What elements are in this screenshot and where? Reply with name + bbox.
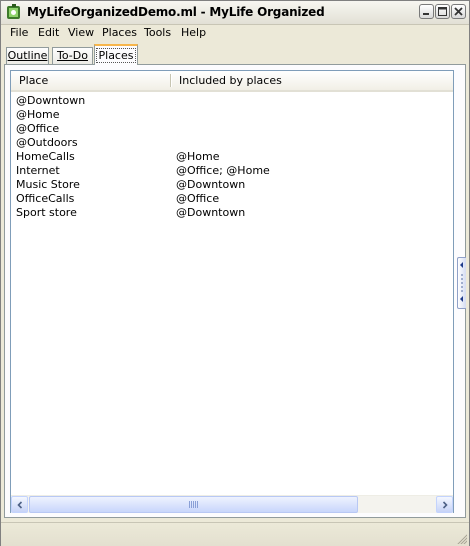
tab-todo[interactable]: To-Do — [52, 47, 93, 64]
resize-grip-icon[interactable] — [455, 532, 467, 544]
list-row[interactable]: @Home — [11, 108, 453, 122]
places-list[interactable]: Place Included by places @Downtown @Home… — [10, 70, 454, 513]
side-panel-splitter[interactable] — [457, 257, 466, 309]
minimize-icon — [423, 13, 429, 15]
list-row[interactable]: Music Store @Downtown — [11, 178, 453, 192]
list-header: Place Included by places — [11, 71, 453, 92]
list-rows: @Downtown @Home @Office @Outdoors HomeCa… — [11, 94, 453, 220]
tab-outline[interactable]: Outline — [6, 47, 49, 64]
list-row[interactable]: @Office — [11, 122, 453, 136]
horizontal-scrollbar[interactable] — [11, 495, 453, 513]
place-name: @Office — [16, 122, 60, 135]
scroll-thumb[interactable] — [29, 496, 358, 513]
maximize-button[interactable] — [435, 4, 450, 19]
collapse-arrow-icon — [460, 262, 463, 302]
tab-places[interactable]: Places — [94, 44, 138, 65]
scroll-right-button[interactable] — [436, 496, 453, 513]
place-name: @Home — [16, 108, 60, 121]
close-button[interactable] — [451, 4, 466, 19]
menu-file[interactable]: File — [10, 26, 28, 40]
menu-view[interactable]: View — [68, 26, 94, 40]
status-bar — [1, 522, 469, 546]
column-divider[interactable] — [170, 74, 171, 87]
minimize-button[interactable] — [419, 4, 434, 19]
place-name: Sport store — [16, 206, 77, 219]
included-by-places: @Downtown — [176, 178, 246, 191]
menu-tools[interactable]: Tools — [144, 26, 171, 40]
list-row[interactable]: @Outdoors — [11, 136, 453, 150]
place-name: @Downtown — [16, 94, 86, 107]
window-title: MyLifeOrganizedDemo.ml - MyLife Organize… — [27, 5, 325, 19]
grip-icon — [189, 501, 198, 508]
column-header-place[interactable]: Place — [19, 74, 48, 87]
title-bar[interactable]: MyLifeOrganizedDemo.ml - MyLife Organize… — [1, 1, 469, 25]
column-header-included-by-places[interactable]: Included by places — [179, 74, 282, 87]
menu-places[interactable]: Places — [102, 26, 137, 40]
menu-help[interactable]: Help — [181, 26, 206, 40]
scroll-left-button[interactable] — [11, 496, 28, 513]
list-row[interactable]: @Downtown — [11, 94, 453, 108]
included-by-places: @Office; @Home — [176, 164, 270, 177]
app-window: MyLifeOrganizedDemo.ml - MyLife Organize… — [0, 0, 470, 546]
place-name: @Outdoors — [16, 136, 78, 149]
included-by-places: @Office — [176, 192, 220, 205]
list-row[interactable]: Sport store @Downtown — [11, 206, 453, 220]
place-name: HomeCalls — [16, 150, 75, 163]
included-by-places: @Downtown — [176, 206, 246, 219]
menu-edit[interactable]: Edit — [38, 26, 59, 40]
place-name: Music Store — [16, 178, 80, 191]
close-icon — [454, 7, 463, 16]
maximize-icon — [438, 7, 447, 16]
list-row[interactable]: Internet @Office; @Home — [11, 164, 453, 178]
place-name: OfficeCalls — [16, 192, 75, 205]
tab-places-label: Places — [95, 48, 137, 63]
tab-todo-label: To-Do — [57, 49, 88, 62]
place-name: Internet — [16, 164, 60, 177]
list-row[interactable]: HomeCalls @Home — [11, 150, 453, 164]
chevron-right-icon — [442, 501, 448, 509]
list-row[interactable]: OfficeCalls @Office — [11, 192, 453, 206]
places-panel: Place Included by places @Downtown @Home… — [4, 64, 466, 518]
view-tabs: Outline To-Do Places — [1, 43, 469, 65]
mlo-app-icon — [7, 4, 20, 19]
menu-bar: File Edit View Places Tools Help — [1, 24, 469, 42]
tab-outline-label: Outline — [7, 49, 48, 62]
chevron-left-icon — [17, 501, 23, 509]
included-by-places: @Home — [176, 150, 220, 163]
